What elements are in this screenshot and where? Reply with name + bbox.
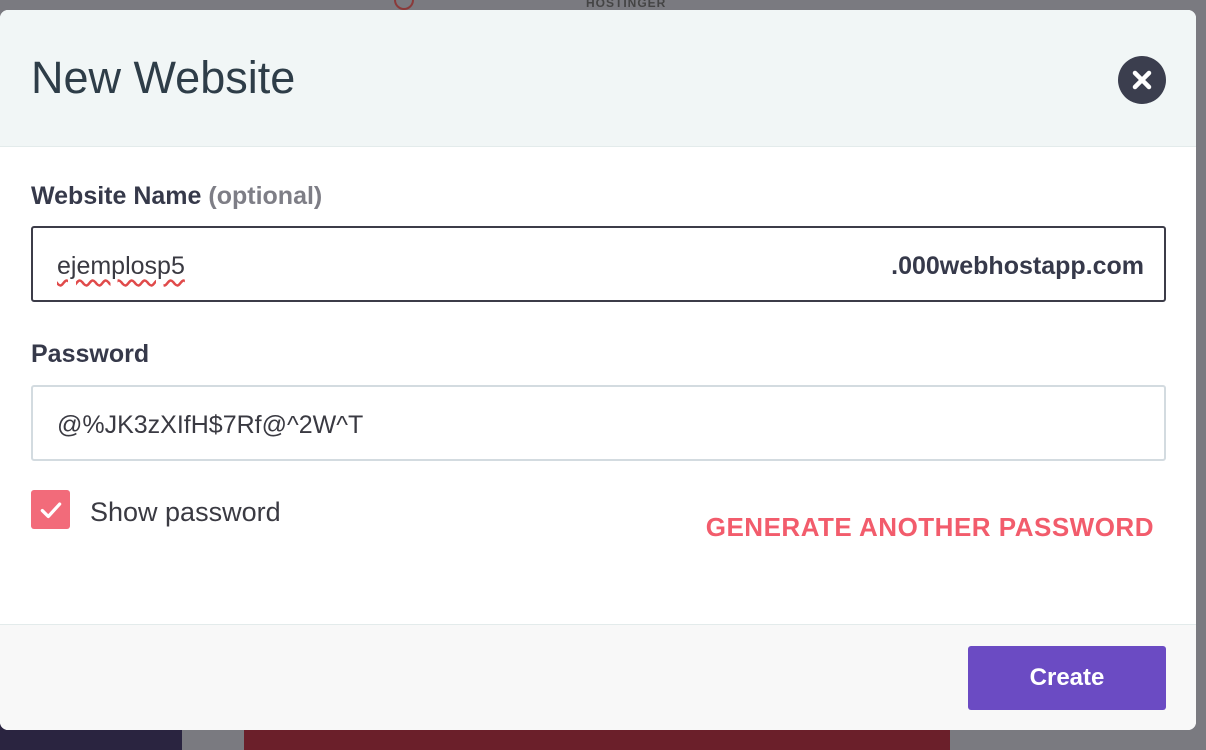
- show-password-label[interactable]: Show password: [90, 497, 281, 528]
- dialog-header: New Website: [0, 10, 1196, 147]
- generate-password-link[interactable]: GENERATE ANOTHER PASSWORD: [706, 512, 1154, 543]
- show-password-checkbox[interactable]: [31, 490, 70, 529]
- website-name-value: ejemplosp5: [57, 252, 185, 280]
- dialog-body: Website Name (optional) ejemplosp5 .000w…: [0, 147, 1196, 623]
- close-icon: [1132, 70, 1152, 90]
- password-value: @%JK3zXIfH$7Rf@^2W^T: [57, 411, 364, 439]
- password-label: Password: [31, 340, 150, 368]
- dialog-title: New Website: [31, 52, 296, 103]
- domain-suffix: .000webhostapp.com: [891, 252, 1144, 280]
- logo-mark-icon: [394, 0, 414, 10]
- background-logo-text: HOSTINGER: [586, 0, 667, 10]
- checkmark-icon: [40, 501, 61, 518]
- website-name-label: Website Name (optional): [31, 182, 322, 211]
- optional-hint: (optional): [208, 182, 323, 210]
- password-input[interactable]: @%JK3zXIfH$7Rf@^2W^T: [31, 385, 1166, 461]
- new-website-dialog: New Website Website Name (optional) ejem…: [0, 10, 1196, 730]
- website-name-input[interactable]: ejemplosp5 .000webhostapp.com: [31, 226, 1166, 302]
- close-button[interactable]: [1118, 56, 1166, 104]
- website-name-label-text: Website Name: [31, 182, 202, 210]
- create-button[interactable]: Create: [968, 646, 1166, 710]
- dialog-footer: Create: [0, 624, 1196, 730]
